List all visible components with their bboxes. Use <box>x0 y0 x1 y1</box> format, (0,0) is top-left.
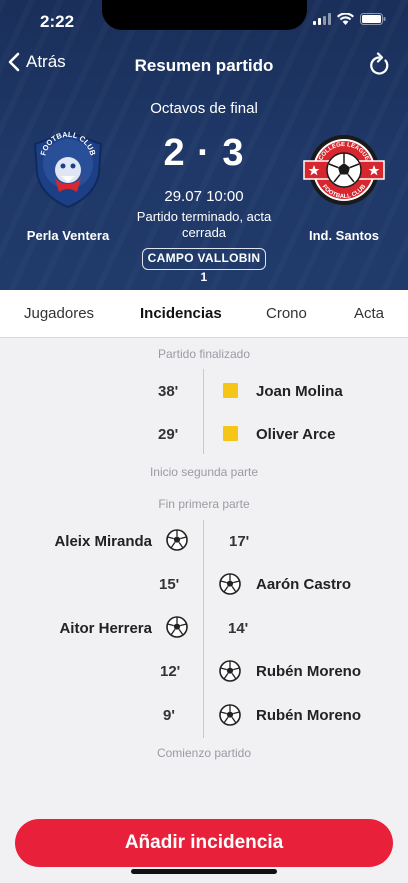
event-minute: 29' <box>158 426 179 443</box>
event-minute: 15' <box>159 576 180 593</box>
yellow-card-icon <box>223 383 238 398</box>
tab-acta[interactable]: Acta <box>354 305 384 322</box>
back-label: Atrás <box>26 52 66 71</box>
event-minute: 14' <box>228 620 249 637</box>
back-button[interactable]: Atrás <box>8 52 66 72</box>
event-minute: 38' <box>158 383 179 400</box>
event-minute: 9' <box>163 707 175 724</box>
event-player[interactable]: Oliver Arce <box>256 426 336 443</box>
tab-jugadores[interactable]: Jugadores <box>24 305 94 322</box>
signal-icon <box>313 13 331 25</box>
event-player[interactable]: Rubén Moreno <box>256 663 361 680</box>
event-player[interactable]: Aitor Herrera <box>59 620 152 637</box>
wifi-icon <box>337 13 354 25</box>
yellow-card-icon <box>223 426 238 441</box>
timeline-divider <box>203 520 204 738</box>
status-time: 2:22 <box>40 12 75 31</box>
away-team[interactable]: COLLEGE LEAGUE FOOTBALL CLUB Ind. Santos <box>284 130 404 243</box>
soccer-ball-icon <box>166 529 188 551</box>
event-player[interactable]: Aleix Miranda <box>54 533 152 550</box>
round-label: Octavos de final <box>150 100 258 117</box>
soccer-ball-icon <box>219 573 241 595</box>
away-team-crest: COLLEGE LEAGUE FOOTBALL CLUB <box>303 135 385 205</box>
event-minute: 17' <box>229 533 250 550</box>
match-status: Partido terminado, acta cerrada <box>136 209 272 240</box>
tab-incidencias[interactable]: Incidencias <box>140 305 222 322</box>
event-minute: 12' <box>160 663 181 680</box>
battery-icon <box>360 13 386 25</box>
event-player[interactable]: Joan Molina <box>256 383 343 400</box>
soccer-ball-icon <box>219 660 241 682</box>
phase-end: Partido finalizado <box>157 347 251 361</box>
status-icons <box>313 13 386 25</box>
refresh-icon <box>370 52 389 75</box>
event-player[interactable]: Aarón Castro <box>256 576 351 593</box>
add-incident-button[interactable]: Añadir incidencia <box>15 819 393 867</box>
home-team-name: Perla Ventera <box>26 228 110 243</box>
phase-first-half-end: Fin primera parte <box>158 497 250 511</box>
event-player[interactable]: Rubén Moreno <box>256 707 361 724</box>
soccer-ball-icon <box>219 704 241 726</box>
incidents-timeline: Partido finalizado 38' Joan Molina 29' O… <box>0 338 408 883</box>
tab-bar: Jugadores Incidencias Crono Acta <box>0 290 408 338</box>
away-team-name: Ind. Santos <box>308 228 380 243</box>
match-header: 2:22 Atrás Resumen partido Octavos de fi… <box>0 0 408 290</box>
field-badge[interactable]: CAMPO VALLOBIN 1 <box>142 248 266 284</box>
soccer-ball-icon <box>166 616 188 638</box>
device-notch <box>102 0 307 30</box>
home-indicator <box>131 869 277 874</box>
chevron-left-icon <box>8 52 20 72</box>
timeline-divider <box>203 369 204 454</box>
phase-start: Comienzo partido <box>156 746 252 760</box>
tab-crono[interactable]: Crono <box>266 305 307 322</box>
phase-second-half-start: Inicio segunda parte <box>149 465 259 479</box>
refresh-button[interactable] <box>368 52 390 81</box>
